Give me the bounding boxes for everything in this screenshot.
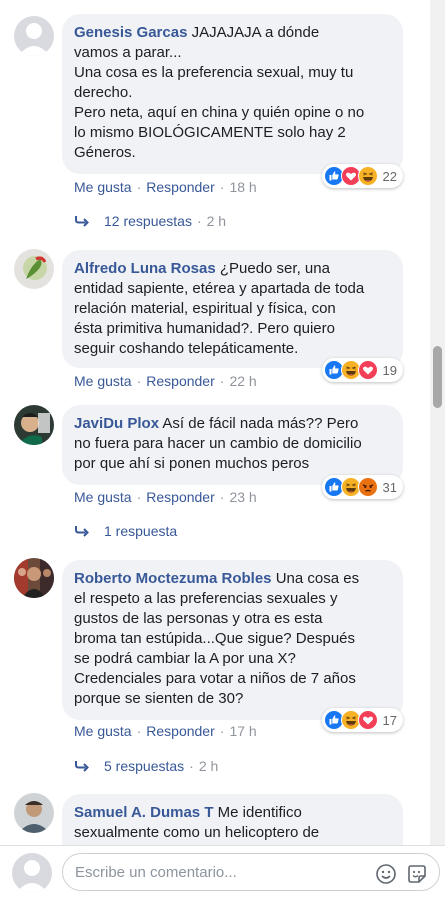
comment-text: JAJAJAJA a dónde vamos a parar... Una co… (74, 24, 365, 161)
comment-author[interactable]: Samuel A. Dumas T (74, 804, 213, 821)
reaction-icons (323, 166, 378, 186)
replies-time: 2 h (206, 213, 227, 229)
separator-dot: · (136, 489, 142, 505)
separator-dot: · (136, 179, 142, 195)
separator-dot: · (136, 373, 142, 389)
comment-bubble: Genesis Garcas JAJAJAJA a dónde vamos a … (62, 14, 403, 174)
replies-time: 2 h (198, 758, 219, 774)
reactions-summary[interactable]: 31 (321, 475, 403, 499)
scrollbar[interactable] (430, 0, 445, 845)
separator-dot: · (136, 723, 142, 739)
avatar[interactable] (14, 793, 54, 833)
separator-dot: · (219, 373, 225, 389)
comment-bubble: Alfredo Luna Rosas ¿Puedo ser, una entid… (62, 250, 403, 368)
comment-actions: Me gusta · Responder · 18 h (74, 179, 257, 195)
comment-actions: Me gusta · Responder · 17 h (74, 723, 257, 739)
comment-author[interactable]: Roberto Moctezuma Robles (74, 570, 272, 587)
avatar[interactable] (14, 249, 54, 289)
comment-text: Una cosa es el respeto a las preferencia… (74, 570, 360, 707)
comment-author[interactable]: Alfredo Luna Rosas (74, 260, 216, 277)
reaction-icons (323, 477, 378, 497)
reply-arrow-icon (74, 215, 90, 227)
emoji-icon[interactable] (375, 863, 397, 885)
comment-composer (0, 845, 445, 897)
reply-link[interactable]: Responder (146, 723, 215, 739)
separator-dot: · (219, 489, 225, 505)
comment-author[interactable]: Genesis Garcas (74, 24, 187, 41)
separator-dot: · (219, 723, 225, 739)
haha-reaction-icon (357, 166, 378, 186)
scrollbar-thumb[interactable] (433, 346, 442, 408)
view-replies[interactable]: 1 respuesta (74, 523, 177, 539)
like-link[interactable]: Me gusta (74, 723, 132, 739)
replies-count-link[interactable]: 1 respuesta (104, 523, 177, 539)
love-reaction-icon (357, 710, 378, 730)
reactions-summary[interactable]: 17 (321, 708, 403, 732)
comment-time[interactable]: 18 h (229, 179, 256, 195)
like-link[interactable]: Me gusta (74, 489, 132, 505)
separator-dot: · (219, 179, 225, 195)
reaction-count: 31 (382, 479, 397, 495)
angry-reaction-icon (357, 477, 378, 497)
reply-link[interactable]: Responder (146, 489, 215, 505)
reply-link[interactable]: Responder (146, 179, 215, 195)
reactions-summary[interactable]: 22 (321, 164, 403, 188)
replies-count-link[interactable]: 5 respuestas (104, 758, 184, 774)
view-replies[interactable]: 12 respuestas · 2 h (74, 213, 226, 229)
separator-dot: · (196, 213, 202, 229)
comment-time[interactable]: 17 h (229, 723, 256, 739)
separator-dot: · (189, 758, 194, 774)
reaction-icons (323, 710, 378, 730)
replies-count-link[interactable]: 12 respuestas (104, 213, 192, 229)
my-avatar-default (12, 853, 52, 893)
comment-bubble: JaviDu Plox Así de fácil nada más?? Pero… (62, 405, 403, 485)
comment-time[interactable]: 22 h (229, 373, 256, 389)
view-replies[interactable]: 5 respuestas · 2 h (74, 758, 218, 774)
reply-link[interactable]: Responder (146, 373, 215, 389)
reaction-icons (323, 360, 378, 380)
reply-arrow-icon (74, 525, 90, 537)
reactions-summary[interactable]: 19 (321, 358, 403, 382)
comment-author[interactable]: JaviDu Plox (74, 415, 159, 432)
comment-time[interactable]: 23 h (229, 489, 256, 505)
reaction-count: 22 (382, 168, 397, 184)
comments-feed: Genesis Garcas JAJAJAJA a dónde vamos a … (0, 0, 445, 845)
like-link[interactable]: Me gusta (74, 179, 132, 195)
reply-arrow-icon (74, 760, 90, 772)
love-reaction-icon (357, 360, 378, 380)
comment-actions: Me gusta · Responder · 23 h (74, 489, 257, 505)
avatar[interactable] (14, 405, 54, 445)
comment-bubble: Samuel A. Dumas T Me identifico sexualme… (62, 794, 403, 845)
comment-actions: Me gusta · Responder · 22 h (74, 373, 257, 389)
reaction-count: 17 (382, 712, 397, 728)
avatar[interactable] (14, 558, 54, 598)
sticker-icon[interactable] (406, 863, 428, 885)
like-link[interactable]: Me gusta (74, 373, 132, 389)
avatar-default[interactable] (14, 16, 54, 56)
comment-bubble: Roberto Moctezuma Robles Una cosa es el … (62, 560, 403, 720)
reaction-count: 19 (382, 362, 397, 378)
